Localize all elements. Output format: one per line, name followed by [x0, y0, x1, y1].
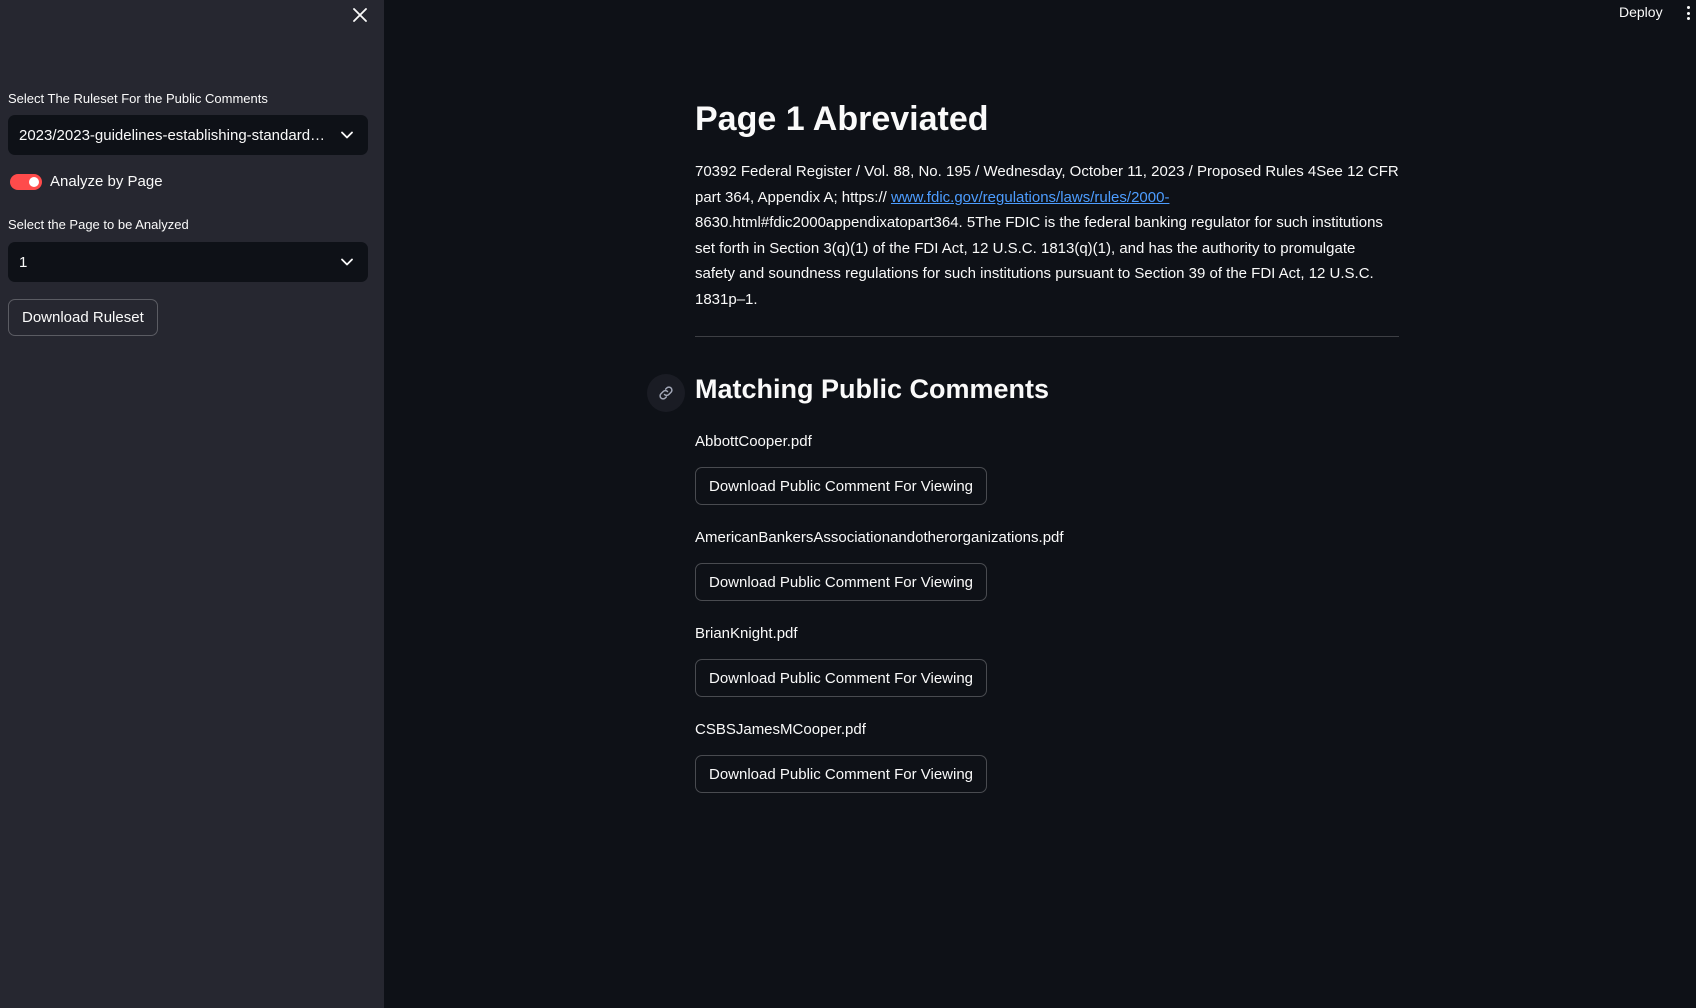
download-ruleset-button[interactable]: Download Ruleset: [8, 299, 158, 336]
page-title: Page 1 Abreviated: [695, 100, 989, 138]
divider: [695, 336, 1399, 337]
ruleset-select[interactable]: 2023/2023-guidelines-establishing-standa…: [8, 115, 368, 155]
download-comment-button[interactable]: Download Public Comment For Viewing: [695, 563, 988, 601]
close-icon: [353, 8, 367, 22]
chevron-down-icon: [338, 253, 356, 271]
comment-filename: BrianKnight.pdf: [695, 625, 798, 642]
page-text-end: 8630.html#fdic2000appendixatopart364. 5T…: [695, 214, 1383, 308]
sidebar: Select The Ruleset For the Public Commen…: [0, 0, 384, 1008]
chevron-down-icon: [338, 126, 356, 144]
download-comment-button[interactable]: Download Public Comment For Viewing: [695, 467, 988, 505]
download-comment-button[interactable]: Download Public Comment For Viewing: [695, 755, 988, 793]
deploy-button[interactable]: Deploy: [1619, 4, 1663, 20]
list-item: BrianKnight.pdf Download Public Comment …: [695, 622, 1399, 697]
comment-filename: AbbottCooper.pdf: [695, 433, 812, 450]
toggle-label: Analyze by Page: [50, 173, 163, 190]
ruleset-select-value: 2023/2023-guidelines-establishing-standa…: [19, 126, 330, 144]
ruleset-select-label: Select The Ruleset For the Public Commen…: [8, 91, 268, 106]
section-title: Matching Public Comments: [695, 374, 1050, 404]
page-text: 70392 Federal Register / Vol. 88, No. 19…: [695, 159, 1399, 312]
fdic-link[interactable]: www.fdic.gov/regulations/laws/rules/2000…: [891, 189, 1169, 206]
list-item: CSBSJamesMCooper.pdf Download Public Com…: [695, 718, 1399, 793]
download-comment-button[interactable]: Download Public Comment For Viewing: [695, 659, 988, 697]
close-sidebar-button[interactable]: [348, 3, 372, 27]
comment-filename: CSBSJamesMCooper.pdf: [695, 721, 866, 738]
analyze-by-page-toggle[interactable]: Analyze by Page: [10, 173, 163, 190]
kebab-menu-icon[interactable]: [1682, 4, 1694, 22]
toggle-switch[interactable]: [10, 173, 42, 190]
list-item: AmericanBankersAssociationandotherorgani…: [695, 526, 1399, 601]
page-select[interactable]: 1: [8, 242, 368, 282]
page-select-label: Select the Page to be Analyzed: [8, 217, 189, 232]
list-item: AbbottCooper.pdf Download Public Comment…: [695, 430, 1399, 505]
link-icon[interactable]: [647, 374, 685, 412]
comment-filename: AmericanBankersAssociationandotherorgani…: [695, 529, 1064, 546]
page-select-value: 1: [19, 253, 28, 271]
